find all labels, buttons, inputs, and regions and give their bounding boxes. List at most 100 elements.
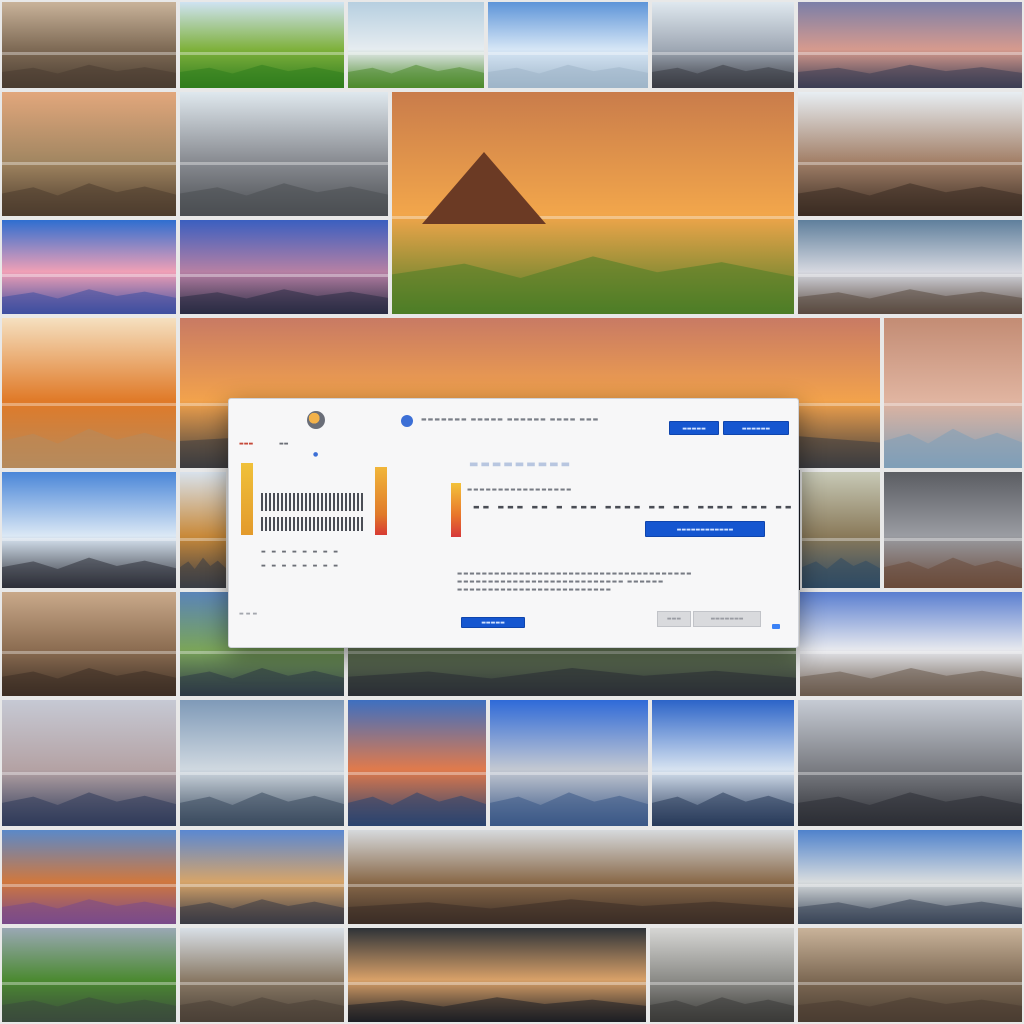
tile-horizon	[798, 162, 1022, 165]
tile-landmass	[180, 792, 344, 826]
tile-horizon	[2, 162, 176, 165]
tile-green-valley	[0, 926, 178, 1024]
tile-landmass	[348, 668, 796, 696]
tile-sepia-warehouse	[648, 926, 796, 1024]
primary-button-1[interactable]: ▬▬▬▬▬	[669, 421, 719, 435]
tile-horizon	[180, 651, 344, 654]
bottom-primary-button[interactable]: ▬▬▬▬▬	[461, 617, 525, 628]
globe-icon[interactable]	[401, 415, 413, 427]
accent-bar-left	[241, 463, 253, 535]
tile-landmass	[348, 899, 794, 924]
tile-horizon	[180, 274, 388, 277]
tile-landmass	[2, 557, 176, 588]
app-logo-icon	[307, 411, 325, 429]
cancel-button[interactable]: ▬▬▬	[657, 611, 691, 627]
tile-landmass	[884, 557, 1022, 588]
tile-landmass	[180, 289, 388, 314]
status-dot-icon: ●	[313, 451, 319, 458]
tile-harbor	[650, 698, 796, 828]
tile-landmass	[490, 792, 648, 826]
list-row-1[interactable]: ▬ ▬ ▬ ▬ ▬ ▬ ▬ ▬	[261, 549, 340, 555]
tile-landmass	[392, 256, 794, 314]
barcode-strip-1	[261, 493, 363, 511]
side-tab-label-2[interactable]: ▬▬	[279, 441, 288, 447]
tile-horizon	[798, 884, 1022, 887]
tile-landmass	[180, 997, 344, 1022]
tile-horizon	[652, 52, 794, 55]
tile-baroque-church	[796, 828, 1024, 926]
toolbar-nav-text[interactable]: ▬▬▬▬▬▬▬ ▬▬▬▬▬ ▬▬▬▬▬▬ ▬▬▬▬ ▬▬▬	[421, 416, 599, 423]
tile-horizon	[802, 538, 880, 541]
tile-horizon	[2, 772, 176, 775]
app-dialog-window: ▬▬▬▬▬▬▬ ▬▬▬▬▬ ▬▬▬▬▬▬ ▬▬▬▬ ▬▬▬ ▬▬▬▬▬ ▬▬▬▬…	[228, 398, 799, 648]
tile-misty-shore	[178, 698, 346, 828]
tile-dark-dunes	[346, 926, 648, 1024]
tile-spires-dusk	[178, 218, 390, 316]
tile-mountain-dawn	[0, 218, 178, 316]
tile-horizon	[2, 982, 176, 985]
accent-bar-center	[451, 483, 461, 537]
tile-horizon	[348, 52, 484, 55]
tile-landmass	[798, 289, 1022, 314]
tile-horizon	[180, 772, 344, 775]
tile-sky-clouds	[486, 0, 650, 90]
tile-horizon	[2, 52, 176, 55]
tile-horizon	[348, 772, 486, 775]
tile-landmass	[2, 668, 176, 696]
tile-horizon	[798, 772, 1022, 775]
tile-landmass	[2, 64, 176, 88]
resize-handle-icon[interactable]	[772, 624, 780, 629]
tile-landmass	[800, 668, 1022, 696]
tile-train-station	[0, 470, 178, 590]
tile-horizon	[652, 772, 794, 775]
tile-pavilion	[796, 90, 1024, 218]
primary-button-2[interactable]: ▬▬▬▬▬▬	[723, 421, 789, 435]
tile-horizon	[884, 538, 1022, 541]
tile-horizon	[180, 52, 344, 55]
ok-button[interactable]: ▬▬▬▬▬▬▬	[693, 611, 761, 627]
action-button[interactable]: ▬▬▬▬▬▬▬▬▬▬▬▬	[645, 521, 765, 537]
tile-landmass	[798, 997, 1022, 1022]
tile-landmass	[180, 557, 226, 588]
tile-cathedral	[0, 0, 178, 90]
tile-cathedral	[796, 926, 1024, 1024]
tile-lighthouse-bay	[346, 698, 488, 828]
tile-green-hill	[178, 0, 346, 90]
tile-horizon	[800, 651, 1022, 654]
tile-landmass	[2, 997, 176, 1022]
tile-pink-dusk	[796, 0, 1024, 90]
barcode-strip-2	[261, 517, 363, 531]
mountain-peak-icon	[422, 152, 546, 224]
detail-row: ▬▬ ▬▬▬ ▬▬ ▬ ▬▬▬ ▬▬▬▬ ▬▬ ▬▬ ▬▬▬▬ ▬▬▬ ▬▬	[473, 503, 795, 511]
tile-hillside-village	[178, 926, 346, 1024]
tile-storm-clouds	[882, 470, 1024, 590]
body-line-3: ▬▬▬▬▬▬▬▬▬▬▬▬▬▬▬▬▬▬▬▬▬▬▬▬▬	[457, 587, 612, 593]
side-tab-label[interactable]: ▬▬▬	[239, 441, 253, 447]
tile-landmass	[2, 792, 176, 826]
tile-autumn-park	[0, 828, 178, 926]
accent-bar-right	[375, 467, 387, 535]
tile-landmass	[798, 899, 1022, 924]
tile-landmass	[348, 997, 646, 1022]
tile-horizon	[2, 538, 176, 541]
list-row-2[interactable]: ▬ ▬ ▬ ▬ ▬ ▬ ▬ ▬	[261, 563, 340, 569]
tile-horizon	[180, 884, 344, 887]
tile-landmass	[2, 289, 176, 314]
tile-horizon	[884, 403, 1022, 406]
tile-horizon	[348, 884, 794, 887]
tile-horizon	[798, 982, 1022, 985]
tile-landmass	[798, 64, 1022, 88]
tile-temple-dusk	[0, 90, 178, 218]
tile-landmass	[2, 899, 176, 924]
left-panel: ▬▬▬ ▬▬ ● ▬ ▬ ▬ ▬ ▬ ▬ ▬ ▬ ▬ ▬ ▬ ▬ ▬ ▬ ▬ ▬…	[239, 435, 389, 635]
tile-horizon	[798, 52, 1022, 55]
dialog-subheading: ▬▬▬▬▬▬▬▬▬▬▬▬▬▬▬▬▬	[467, 487, 573, 493]
tile-horizon	[2, 403, 176, 406]
tile-thatched-hut	[178, 90, 390, 218]
tile-landmass	[348, 792, 486, 826]
tile-pink-tree	[796, 218, 1024, 316]
tile-horizon	[348, 982, 646, 985]
tile-landmass	[652, 64, 794, 88]
tile-landmass	[180, 668, 344, 696]
tile-gothic-abbey	[798, 590, 1024, 698]
